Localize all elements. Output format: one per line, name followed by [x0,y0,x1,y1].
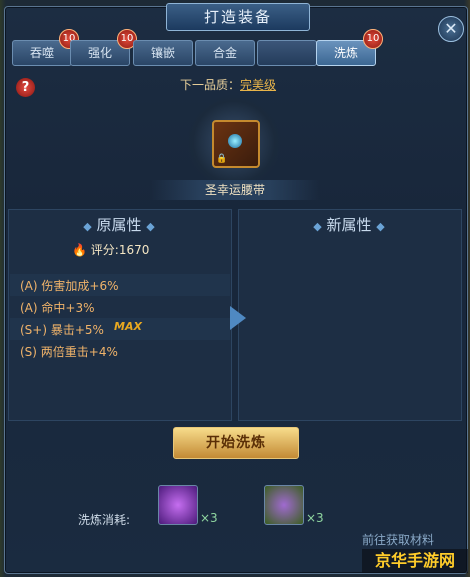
quality-label: 下一品质： [180,78,241,92]
tab-label: 洗炼 [333,46,358,60]
tab-label: 吞噬 [29,46,54,60]
new-attributes-header: ◆ 新属性 ◆ [238,214,460,235]
tab-alloy[interactable]: 合金 [195,40,255,66]
max-tag: MAX [114,320,142,333]
new-header-text: 新属性 [326,216,372,234]
next-quality: 下一品质：完美级 [180,76,276,93]
diamond-icon: ◆ [376,220,385,233]
tab-label: 强化 [87,46,112,60]
score: 🔥 评分:1670 [72,241,149,258]
tab-refine[interactable]: 洗炼 10 [316,29,383,66]
start-refine-button[interactable]: 开始洗炼 [173,427,299,459]
attribute-line: (A) 伤害加成+6% [20,279,119,293]
diamond-icon: ◆ [313,220,322,233]
attribute-line: (A) 命中+3% [20,301,95,315]
attribute-line: (S+) 暴击+5% [20,323,104,337]
watermark: 京华手游网 [362,549,468,573]
arrow-right-icon [230,306,246,330]
tab-enhance[interactable]: 强化 10 [70,29,137,66]
new-attributes-panel [238,209,462,421]
close-icon[interactable]: ✕ [438,16,464,42]
help-icon[interactable]: ? [16,78,35,97]
tab-label: 镶嵌 [150,46,175,60]
window-title: 打造装备 [166,3,310,31]
original-attributes-header: ◆ 原属性 ◆ [8,214,230,235]
material-count: ×3 [306,511,324,525]
item-name: 圣幸运腰带 [150,180,320,200]
gem-icon [228,134,242,148]
purple-crystal-icon[interactable] [158,485,198,525]
cost-label: 洗炼消耗: [78,513,131,527]
tab-blank[interactable] [257,40,317,66]
tab-inlay[interactable]: 镶嵌 [133,40,193,66]
flame-icon: 🔥 [72,243,87,257]
tab-label: 合金 [212,46,237,60]
tab-badge: 10 [363,29,383,49]
diamond-icon: ◆ [83,220,92,233]
belt-icon[interactable]: 🔒 [212,120,260,168]
lock-icon: 🔒 [216,154,228,164]
purple-ore-icon[interactable] [264,485,304,525]
get-materials-link[interactable]: 前往获取材料 [362,531,434,548]
attribute-line: (S) 两倍重击+4% [20,345,118,359]
material-count: ×3 [200,511,218,525]
score-value: 1670 [118,243,150,257]
original-header-text: 原属性 [96,216,142,234]
quality-value[interactable]: 完美级 [240,78,276,92]
diamond-icon: ◆ [146,220,155,233]
tab-devour[interactable]: 吞噬 10 [12,29,79,66]
score-label: 评分: [90,243,119,257]
